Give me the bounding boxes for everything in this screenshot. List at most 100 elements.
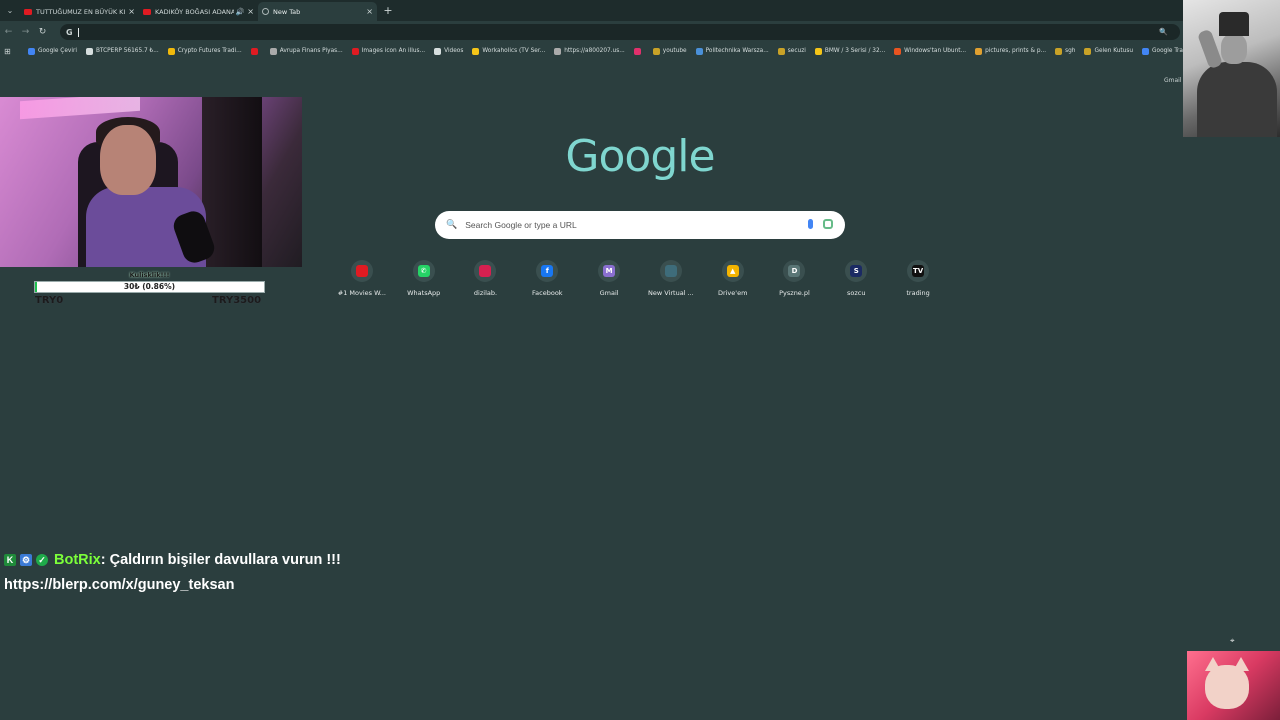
shortcut-label: sozcu xyxy=(847,289,866,297)
dizilab-icon xyxy=(474,260,497,282)
bot-badge-icon: ⚙ xyxy=(20,554,32,566)
bookmark-item[interactable] xyxy=(633,47,644,55)
gmail-icon: M xyxy=(598,260,621,282)
new-tab-button[interactable]: + xyxy=(379,4,397,17)
close-icon[interactable]: × xyxy=(128,7,135,16)
bookmark-item[interactable]: Workaholics (TV Ser... xyxy=(472,47,545,55)
bookmark-item[interactable]: youtube xyxy=(652,47,687,55)
bookmark-favicon-icon xyxy=(250,47,258,55)
bookmark-item[interactable] xyxy=(250,47,261,55)
bookmark-label: youtube xyxy=(662,48,687,54)
shortcut-label: Gmail xyxy=(599,289,619,297)
drive-icon: ▲ xyxy=(721,260,744,282)
speaker-icon[interactable]: 🔊 xyxy=(236,8,245,16)
bookmark-label: https://a800207.us... xyxy=(564,48,625,54)
tab-strip: ⌄ TUTTUĞUMUZ EN BÜYÜK KILIÇ × KADIKÖY BO… xyxy=(0,0,1280,21)
apps-grid-icon[interactable]: ⊞ xyxy=(4,47,18,56)
shortcut-tile[interactable]: D Pyszne.pl xyxy=(764,260,826,297)
youtube-icon xyxy=(24,8,32,15)
sozcu-icon: S xyxy=(845,260,868,282)
bookmark-item[interactable]: secuzi xyxy=(777,47,806,55)
portrait-overlay xyxy=(1183,0,1280,137)
back-icon[interactable]: ← xyxy=(0,27,17,37)
close-icon[interactable]: × xyxy=(366,7,373,16)
kick-badge-icon: K xyxy=(4,554,16,566)
shortcuts-grid: #1 Movies W... ✆ WhatsApp dizilab. f Facebook… xyxy=(331,260,949,297)
address-bar[interactable]: G 🔍 xyxy=(60,24,1180,40)
toolbar: ← → ↻ G 🔍 xyxy=(0,21,1280,43)
shortcut-tile[interactable]: New Virtual ... xyxy=(640,260,702,297)
shortcut-tile[interactable]: #1 Movies W... xyxy=(331,260,393,297)
shortcut-label: dizilab. xyxy=(473,289,498,297)
zoom-icon[interactable]: 🔍 xyxy=(1159,28,1168,36)
search-box[interactable]: 🔍 xyxy=(435,211,845,239)
bookmark-item[interactable]: BTCPERP 56165.7 ₺... xyxy=(85,47,159,55)
shortcut-tile[interactable]: dizilab. xyxy=(455,260,517,297)
shortcut-label: #1 Movies W... xyxy=(337,289,386,297)
search-input[interactable] xyxy=(465,220,786,230)
tab-1[interactable]: KADIKÖY BOĞASI ADANA 🔊 × xyxy=(139,2,258,21)
bookmark-favicon-icon xyxy=(975,47,983,55)
shortcut-label: WhatsApp xyxy=(407,289,441,297)
bookmark-label: Windows'tan Ubunt... xyxy=(904,48,967,54)
bookmark-favicon-icon xyxy=(695,47,703,55)
virtual-icon xyxy=(659,260,682,282)
shortcut-label: New Virtual ... xyxy=(648,289,694,297)
bookmark-item[interactable]: pictures, prints & p... xyxy=(975,47,1047,55)
bookmark-item[interactable]: Crypto Futures Tradi... xyxy=(167,47,242,55)
bookmark-item[interactable]: https://a800207.us... xyxy=(554,47,625,55)
microphone-icon[interactable] xyxy=(808,219,813,229)
bookmark-favicon-icon xyxy=(633,47,641,55)
shortcut-tile[interactable]: f Facebook xyxy=(516,260,578,297)
bookmark-label: BMW / 3 Serisi / 32... xyxy=(824,48,886,54)
shortcut-label: Pyszne.pl xyxy=(779,289,810,297)
shortcut-label: Drive'em xyxy=(717,289,748,297)
bookmark-favicon-icon xyxy=(28,47,35,55)
bookmark-item[interactable]: Windows'tan Ubunt... xyxy=(894,47,967,55)
bookmark-favicon-icon xyxy=(269,47,277,55)
bookmark-favicon-icon xyxy=(554,47,562,55)
bookmark-item[interactable]: Politechnika Warsza... xyxy=(695,47,769,55)
bookmark-label: Avrupa Finans Piyas... xyxy=(279,48,343,54)
bookmark-label: pictures, prints & p... xyxy=(985,48,1047,54)
forward-icon[interactable]: → xyxy=(17,27,34,37)
bookmark-label: Videos xyxy=(444,48,464,54)
youtube-icon xyxy=(143,8,151,15)
bookmark-item[interactable]: BMW / 3 Serisi / 32... xyxy=(814,47,886,55)
bookmark-item[interactable]: Google Çeviri xyxy=(28,47,77,55)
bookmark-item[interactable]: Gelen Kutusu xyxy=(1084,47,1134,55)
bookmark-favicon-icon xyxy=(814,47,822,55)
shortcut-tile[interactable]: TV trading xyxy=(887,260,949,297)
chat-text: : Çaldırın bişiler davullara vurun !!! xyxy=(100,552,341,568)
bookmark-item[interactable]: Avrupa Finans Piyas... xyxy=(269,47,343,55)
reload-icon[interactable]: ↻ xyxy=(34,27,51,37)
shortcut-tile[interactable]: Ssozcu xyxy=(825,260,887,297)
bookmark-item[interactable]: Images icon An illus... xyxy=(351,47,425,55)
tab-label: KADIKÖY BOĞASI ADANA xyxy=(155,7,234,16)
search-icon: 🔍 xyxy=(446,220,458,230)
tab-0[interactable]: TUTTUĞUMUZ EN BÜYÜK KILIÇ × xyxy=(20,2,139,21)
cat-cam-overlay xyxy=(1187,651,1280,720)
bookmark-label: Gelen Kutusu xyxy=(1094,48,1134,54)
bookmark-favicon-icon xyxy=(434,47,442,55)
facebook-icon: f xyxy=(536,260,559,282)
shortcut-tile[interactable]: M Gmail xyxy=(578,260,640,297)
donation-max: TRY3500 xyxy=(212,295,262,306)
bookmark-label: BTCPERP 56165.7 ₺... xyxy=(95,48,159,54)
google-lens-icon[interactable] xyxy=(823,219,833,229)
google-g-icon: G xyxy=(66,27,73,37)
shortcut-tile[interactable]: ✆ WhatsApp xyxy=(393,260,455,297)
bookmark-favicon-icon xyxy=(777,47,785,55)
bookmark-label: Crypto Futures Tradi... xyxy=(177,48,242,54)
gmail-link[interactable]: Gmail xyxy=(1164,77,1182,84)
movies-icon xyxy=(350,260,373,282)
shortcut-tile[interactable]: ▲ Drive'em xyxy=(702,260,764,297)
bookmark-item[interactable]: Videos xyxy=(434,47,464,55)
tab-2[interactable]: New Tab × xyxy=(258,2,377,21)
donation-title: Kulisklik!!! xyxy=(129,271,170,279)
bookmark-item[interactable]: sgh xyxy=(1055,47,1075,55)
tab-search-icon[interactable]: ⌄ xyxy=(0,0,20,21)
google-logo: Google xyxy=(565,131,715,182)
close-icon[interactable]: × xyxy=(247,7,254,16)
bookmarks-bar: ⊞ Google Çeviri BTCPERP 56165.7 ₺... Crypt… xyxy=(0,43,1280,59)
